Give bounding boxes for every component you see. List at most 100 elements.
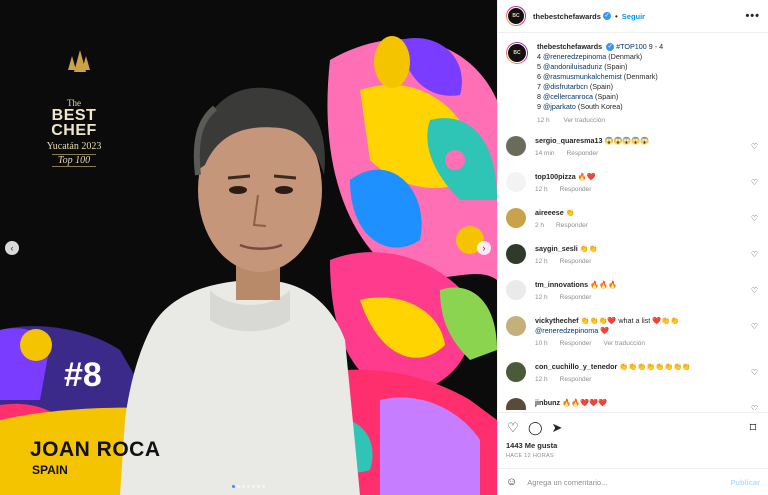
comment-meta: 10 h Responder Ver traducción [535, 339, 750, 349]
caption-lines: 4 @reneredzepinoma (Denmark) 5 @andonilui… [537, 52, 663, 112]
caption-line-country: (Denmark) [623, 72, 658, 81]
add-comment-input[interactable]: Agrega un comentario... [527, 478, 730, 487]
post-image[interactable]: The BEST CHEF Yucatán 2023 Top 100 #8 JO… [0, 0, 497, 495]
caption-line-handle[interactable]: @reneredzepinoma [543, 52, 606, 61]
caption-line-country: (South Korea) [577, 102, 623, 111]
like-comment-heart-icon[interactable]: ♡ [751, 178, 758, 187]
avatar[interactable] [506, 398, 526, 410]
avatar: BC [507, 7, 525, 25]
comment-item: sergio_quaresma13 😱😱😱😱😱 14 min Responder ♡ [506, 136, 760, 172]
caption-line-handle[interactable]: @rasmusmunkalchemist [543, 72, 622, 81]
comment-username[interactable]: con_cuchillo_y_tenedor [535, 362, 617, 371]
comment-mention[interactable]: @reneredzepinoma [535, 326, 598, 335]
like-comment-heart-icon[interactable]: ♡ [751, 214, 758, 223]
carousel-dot [242, 485, 245, 488]
comment-username[interactable]: tm_innovations [535, 280, 588, 289]
comment-username[interactable]: jinbunz [535, 398, 560, 407]
reply-button[interactable]: Responder [567, 150, 599, 157]
like-comment-heart-icon[interactable]: ♡ [751, 322, 758, 331]
verified-icon: ✓ [602, 12, 611, 20]
more-options-icon[interactable]: ••• [745, 10, 760, 22]
caption-username[interactable]: thebestchefawards [537, 42, 602, 51]
comment-time: 12 h [535, 186, 548, 193]
caption-line-handle[interactable]: @disfrutarbcn [543, 82, 588, 91]
comment-meta: 14 min Responder [535, 149, 750, 159]
chevron-left-icon: ‹ [10, 243, 14, 253]
like-comment-heart-icon[interactable]: ♡ [751, 368, 758, 377]
comment-username[interactable]: vickythechef [535, 316, 579, 325]
action-bar: ♡ ◯ ➤ ⌑ [498, 412, 768, 442]
comment-item: tm_innovations 🔥🔥🔥 12 h Responder ♡ [506, 280, 760, 316]
caption-line: 5 @andoniluisaduriz (Spain) [537, 62, 663, 72]
like-comment-heart-icon[interactable]: ♡ [751, 404, 758, 410]
header-username[interactable]: thebestchefawards [533, 12, 601, 21]
avatar[interactable] [506, 208, 526, 228]
caption-line-country: (Spain) [604, 62, 628, 71]
caption-line-number: 7 [537, 82, 541, 91]
likes-count[interactable]: 1443 Me gusta [506, 441, 557, 450]
comment-text: 👏👏👏👏👏👏👏👏 [619, 362, 691, 371]
reply-button[interactable]: Responder [560, 340, 592, 347]
avatar[interactable] [506, 244, 526, 264]
avatar[interactable] [506, 316, 526, 336]
avatar[interactable] [506, 136, 526, 156]
avatar[interactable] [506, 280, 526, 300]
comment-text: 👏 [565, 208, 575, 217]
reply-button[interactable]: Responder [560, 294, 592, 301]
avatar-ring[interactable]: BC [506, 6, 526, 26]
heart-icon[interactable]: ♡ [506, 420, 520, 436]
comment-body: jinbunz 🔥🔥❤️❤️❤️ [535, 398, 750, 408]
like-comment-heart-icon[interactable]: ♡ [751, 250, 758, 259]
post-side-panel: BC thebestchefawards ✓ • Seguir ••• BC t… [497, 0, 768, 495]
verified-icon: ✓ [606, 43, 615, 52]
comment-item: aireeese 👏 2 h Responder ♡ [506, 208, 760, 244]
caption-time: 12 h [537, 117, 550, 124]
caption-translate-link[interactable]: Ver traducción [563, 117, 605, 124]
avatar[interactable] [506, 362, 526, 382]
reply-button[interactable]: Responder [560, 376, 592, 383]
carousel-dot [252, 485, 255, 488]
post-caption: BC thebestchefawards ✓ #TOP100 9 - 4 4 @… [506, 42, 760, 126]
comment-meta: 12 h Responder [535, 185, 750, 195]
carousel-dot [232, 485, 235, 488]
comment-text: 🔥🔥🔥 [590, 280, 617, 289]
logo-line2b: CHEF [51, 122, 97, 139]
best-chef-logo: The BEST CHEF Yucatán 2023 Top 100 [38, 52, 110, 167]
caption-hashtag[interactable]: #TOP100 [616, 42, 647, 51]
emoji-icon[interactable]: ☺ [506, 476, 517, 488]
comment-body: tm_innovations 🔥🔥🔥 12 h Responder [535, 280, 750, 303]
reply-button[interactable]: Responder [560, 258, 592, 265]
caption-avatar-ring[interactable]: BC [506, 42, 528, 64]
caption-line-handle[interactable]: @cellercanroca [543, 92, 593, 101]
carousel-next-button[interactable]: › [477, 241, 491, 255]
comment-body: con_cuchillo_y_tenedor 👏👏👏👏👏👏👏👏 12 h Respo… [535, 362, 750, 385]
comment-time: 2 h [535, 222, 545, 229]
publish-button[interactable]: Publicar [730, 478, 760, 487]
comment-icon[interactable]: ◯ [528, 420, 543, 436]
carousel-prev-button[interactable]: ‹ [5, 241, 19, 255]
caption-line: 7 @disfrutarbcn (Spain) [537, 82, 663, 92]
share-icon[interactable]: ➤ [550, 420, 564, 436]
chef-country: SPAIN [32, 463, 68, 477]
post-header: BC thebestchefawards ✓ • Seguir ••• [498, 0, 768, 33]
comment-translate-link[interactable]: Ver traducción [603, 340, 645, 347]
comment-text: 😱😱😱😱😱 [604, 136, 650, 145]
follow-button[interactable]: Seguir [622, 12, 645, 21]
comment-body: vickythechef 👏👏👏❤️ what a list ❤️👏👏 @rene… [535, 316, 750, 349]
comment-username[interactable]: saygin_sesli [535, 244, 578, 253]
comment-username[interactable]: aireeese [535, 208, 564, 217]
like-comment-heart-icon[interactable]: ♡ [751, 142, 758, 151]
caption-line: 9 @jparkato (South Korea) [537, 102, 663, 112]
caption-line-handle[interactable]: @andoniluisaduriz [543, 62, 602, 71]
reply-button[interactable]: Responder [556, 222, 588, 229]
caption-line-handle[interactable]: @jparkato [543, 102, 576, 111]
comments-scroll-area[interactable]: BC thebestchefawards ✓ #TOP100 9 - 4 4 @… [498, 34, 768, 410]
like-comment-heart-icon[interactable]: ♡ [751, 286, 758, 295]
carousel-dot [247, 485, 250, 488]
avatar[interactable] [506, 172, 526, 192]
comment-username[interactable]: sergio_quaresma13 [535, 136, 603, 145]
caption-line-number: 4 [537, 52, 541, 61]
comment-username[interactable]: top100pizza [535, 172, 576, 181]
reply-button[interactable]: Responder [560, 186, 592, 193]
bookmark-icon[interactable]: ⌑ [746, 420, 760, 436]
